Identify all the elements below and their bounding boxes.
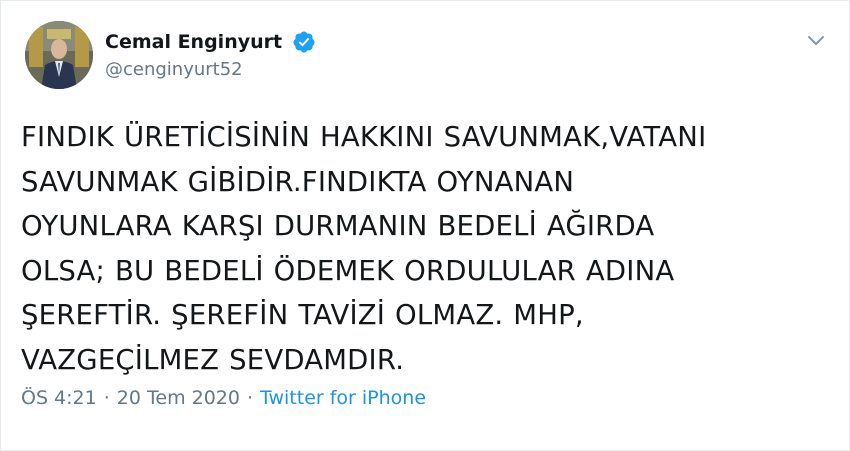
tweet-text-line: SAVUNMAK GİBİDİR.FINDIKTA OYNANAN: [21, 165, 575, 198]
tweet-text-line: VAZGEÇİLMEZ SEVDAMDIR.: [21, 343, 405, 376]
tweet-card: Cemal Enginyurt @cenginyurt52 FINDIK ÜRE…: [0, 0, 850, 451]
username[interactable]: @cenginyurt52: [105, 59, 243, 80]
tweet-text-line: OYUNLARA KARŞI DURMANIN BEDELİ AĞIRDA: [21, 210, 655, 242]
avatar-photo: [25, 21, 93, 89]
avatar[interactable]: [25, 21, 93, 89]
verified-badge-icon: [293, 31, 315, 53]
tweet-text-line: ŞEREFTİR. ŞEREFİN TAVİZİ OLMAZ. MHP,: [21, 299, 584, 331]
chevron-down-icon[interactable]: [805, 29, 827, 51]
tweet-date[interactable]: 20 Tem 2020: [117, 387, 240, 409]
separator: ·: [246, 387, 254, 409]
tweet-source-link[interactable]: Twitter for iPhone: [260, 387, 426, 409]
tweet-metadata: ÖS 4:21 · 20 Tem 2020 · Twitter for iPhone: [21, 387, 426, 409]
tweet-text-line: FINDIK ÜRETİCİSİNİN HAKKINI SAVUNMAK,VAT…: [21, 121, 707, 153]
display-name[interactable]: Cemal Enginyurt: [105, 31, 282, 53]
tweet-text-line: OLSA; BU BEDELİ ÖDEMEK ORDULULAR ADINA: [21, 254, 675, 287]
tweet-text: FINDIK ÜRETİCİSİNİN HAKKINI SAVUNMAK,VAT…: [21, 115, 821, 382]
separator: ·: [103, 387, 110, 409]
tweet-time[interactable]: ÖS 4:21: [21, 387, 97, 409]
